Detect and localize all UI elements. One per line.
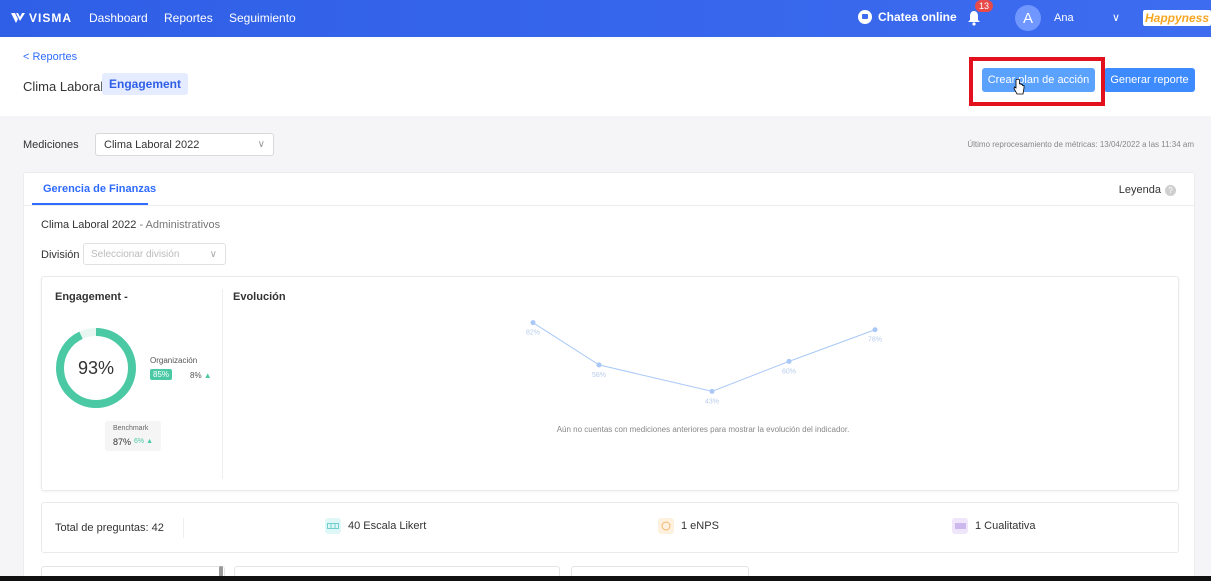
avatar[interactable]: A [1015,5,1041,31]
division-select[interactable]: Seleccionar división ∨ [83,243,226,265]
screen-bottom-edge [0,576,1211,581]
evolution-point-label: 60% [782,368,796,375]
evolution-point [786,358,792,364]
qualitative-count: 1 Cualitativa [952,518,1036,534]
benchmark-diff-value: 6% [134,438,145,445]
chat-label: Chatea online [878,10,957,24]
chevron-down-icon: ∨ [209,249,217,260]
nav-dashboard[interactable]: Dashboard [89,11,148,25]
generate-report-button[interactable]: Generar reporte [1104,68,1195,92]
evolution-point [596,362,602,368]
nav-reportes[interactable]: Reportes [164,11,213,25]
evolution-chart: Aún no cuentas con mediciones anteriores… [526,320,882,434]
evolution-empty-message: Aún no cuentas con mediciones anteriores… [557,425,850,434]
evolution-title: Evolución [233,291,286,303]
evolution-point-label: 78% [868,337,882,344]
tab-gerencia-finanzas[interactable]: Gerencia de Finanzas [43,183,156,195]
engagement-value: 93% [77,357,115,378]
likert-scale-icon [325,518,341,534]
brand-name: VISMA [29,11,73,25]
highlight-box [969,57,1105,106]
enps-label: 1 eNPS [681,520,719,532]
organization-label: Organización [150,356,198,365]
benchmark-value: 87% [113,437,132,447]
evolution-point-label: 82% [526,330,540,337]
evolution-point [872,327,878,333]
organization-diff-value: 8% [190,371,202,380]
nav-seguimiento[interactable]: Seguimiento [229,11,296,25]
chevron-down-icon[interactable]: ∨ [1112,11,1120,24]
mediciones-selected: Clima Laboral 2022 [104,139,200,151]
summary-divider [183,518,184,538]
benchmark-box: Benchmark 87% 6% ▲ [105,421,161,451]
arrow-up-icon: ▲ [146,438,154,445]
engagement-title: Engagement - [55,291,128,303]
benchmark-diff: 6% ▲ [134,438,153,445]
legend-link[interactable]: Leyenda [1119,184,1161,196]
enps-count: 1 eNPS [658,518,719,534]
report-card: Gerencia de Finanzas Leyenda ? Clima Lab… [23,172,1195,581]
questions-summary-bar: Total de preguntas: 42 40 Escala Likert … [41,502,1179,553]
qualitative-icon [952,518,968,534]
likert-count: 40 Escala Likert [325,518,426,534]
measurement-subtitle: Clima Laboral 2022 - Administrativos [41,219,220,231]
division-placeholder: Seleccionar división [91,249,180,260]
evolution-point-label: 43% [705,398,719,405]
panel-divider [222,289,223,479]
evolution-series-line [532,322,876,392]
tab-divider [24,205,1194,206]
user-name[interactable]: Ana [1054,12,1074,24]
back-link-reportes[interactable]: < Reportes [23,51,77,63]
notification-count-badge: 13 [975,0,994,12]
page-header: < Reportes Clima Laboral Engagement Crea… [0,37,1211,116]
total-questions: Total de preguntas: 42 [55,522,164,534]
engagement-panel: Engagement - 93% Organización 85% 8% ▲ B… [41,276,1179,491]
bell-icon[interactable] [967,10,981,26]
likert-label: 40 Escala Likert [348,520,427,532]
organization-diff: 8% ▲ [190,371,212,380]
top-navbar: VISMA Dashboard Reportes Seguimiento Cha… [0,0,1211,37]
mediciones-label: Mediciones [23,139,79,151]
evolution-point [530,320,536,326]
reprocess-timestamp: Último reprocesamiento de métricas: 13/0… [967,140,1194,149]
benchmark-label: Benchmark [113,425,149,432]
mediciones-select[interactable]: Clima Laboral 2022 ∨ [95,133,274,156]
division-label: División [41,249,80,261]
evolution-point-label: 58% [592,372,606,379]
visma-logo[interactable]: VISMA [11,11,72,25]
engagement-tag: Engagement [102,73,189,95]
subtitle-secondary: - Administrativos [136,219,221,231]
subtitle-main: Clima Laboral 2022 [41,219,137,231]
page-title: Clima Laboral [23,79,104,94]
qualitative-label: 1 Cualitativa [975,520,1036,532]
evolution-point [709,388,715,394]
chat-online-button[interactable]: Chatea online [858,10,957,24]
help-icon[interactable]: ? [1165,185,1176,196]
visma-mark-icon [11,13,25,23]
chevron-down-icon: ∨ [257,139,265,150]
chat-icon [858,10,872,24]
organization-value: 85% [150,369,173,380]
hand-cursor-icon [1013,79,1025,95]
happyness-logo: Happyness [1143,10,1211,26]
enps-icon [658,518,674,534]
arrow-up-icon: ▲ [203,371,212,380]
